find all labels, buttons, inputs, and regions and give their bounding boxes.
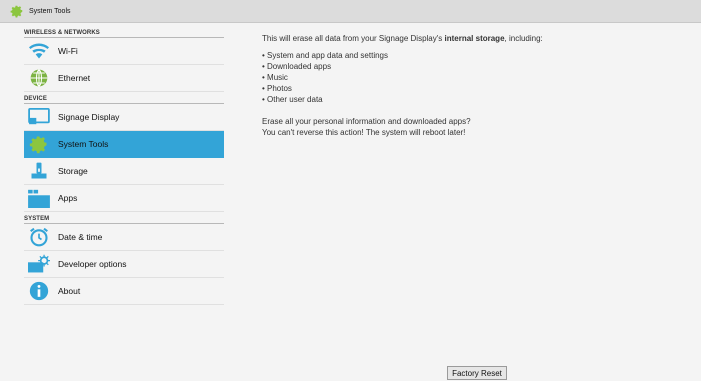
sidebar-item-date-time[interactable]: Date & time	[24, 224, 224, 251]
sidebar-item-apps[interactable]: Apps	[24, 185, 224, 212]
factory-reset-description: This will erase all data from your Signa…	[262, 33, 682, 138]
warning-text-line2: You can't reverse this action! The syste…	[262, 128, 466, 137]
list-item: • Photos	[262, 84, 292, 93]
sidebar-item-label: Date & time	[58, 232, 103, 242]
erase-list: • System and app data and settings • Dow…	[262, 50, 682, 105]
sidebar-item-label: Apps	[58, 193, 78, 203]
section-header-system: SYSTEM	[24, 212, 224, 224]
sidebar-item-storage[interactable]: Storage	[24, 158, 224, 185]
list-item: • Other user data	[262, 95, 323, 104]
developer-icon	[28, 253, 50, 275]
sidebar-item-developer-options[interactable]: Developer options	[24, 251, 224, 278]
sidebar-item-signage-display[interactable]: Signage Display	[24, 104, 224, 131]
intro-prefix: This will erase all data from your Signa…	[262, 34, 445, 43]
sidebar-item-ethernet[interactable]: Ethernet	[24, 65, 224, 92]
list-item: • Downloaded apps	[262, 62, 332, 71]
section-header-device: DEVICE	[24, 92, 224, 104]
settings-sidebar: WIRELESS & NETWORKS Wi-Fi Ethernet DEVIC…	[24, 26, 224, 305]
sidebar-item-label: Wi-Fi	[58, 46, 78, 56]
window-title: System Tools	[29, 7, 71, 15]
sidebar-item-label: System Tools	[58, 139, 109, 149]
apps-icon	[28, 187, 50, 209]
intro-bold: internal storage	[444, 34, 505, 43]
sidebar-item-label: Developer options	[58, 259, 127, 269]
sidebar-item-label: About	[58, 286, 81, 296]
sidebar-item-label: Storage	[58, 166, 88, 176]
intro-suffix: , including:	[504, 34, 543, 43]
list-item: • System and app data and settings	[262, 51, 388, 60]
gear-icon	[28, 133, 50, 155]
title-bar: System Tools	[0, 0, 701, 23]
sidebar-item-about[interactable]: About	[24, 278, 224, 305]
display-icon	[28, 106, 50, 128]
gear-icon	[10, 5, 23, 18]
wifi-icon	[28, 40, 50, 62]
ethernet-icon	[28, 67, 50, 89]
intro-text: This will erase all data from your Signa…	[262, 33, 682, 44]
warning-text-line1: Erase all your personal information and …	[262, 117, 471, 126]
clock-icon	[28, 226, 50, 248]
sidebar-item-label: Ethernet	[58, 73, 91, 83]
sidebar-item-system-tools[interactable]: System Tools	[24, 131, 224, 158]
info-icon	[28, 280, 50, 302]
sidebar-item-wifi[interactable]: Wi-Fi	[24, 38, 224, 65]
section-header-wireless-networks: WIRELESS & NETWORKS	[24, 26, 224, 38]
list-item: • Music	[262, 73, 288, 82]
factory-reset-button[interactable]: Factory Reset	[447, 366, 507, 380]
storage-icon	[28, 160, 50, 182]
sidebar-item-label: Signage Display	[58, 112, 120, 122]
